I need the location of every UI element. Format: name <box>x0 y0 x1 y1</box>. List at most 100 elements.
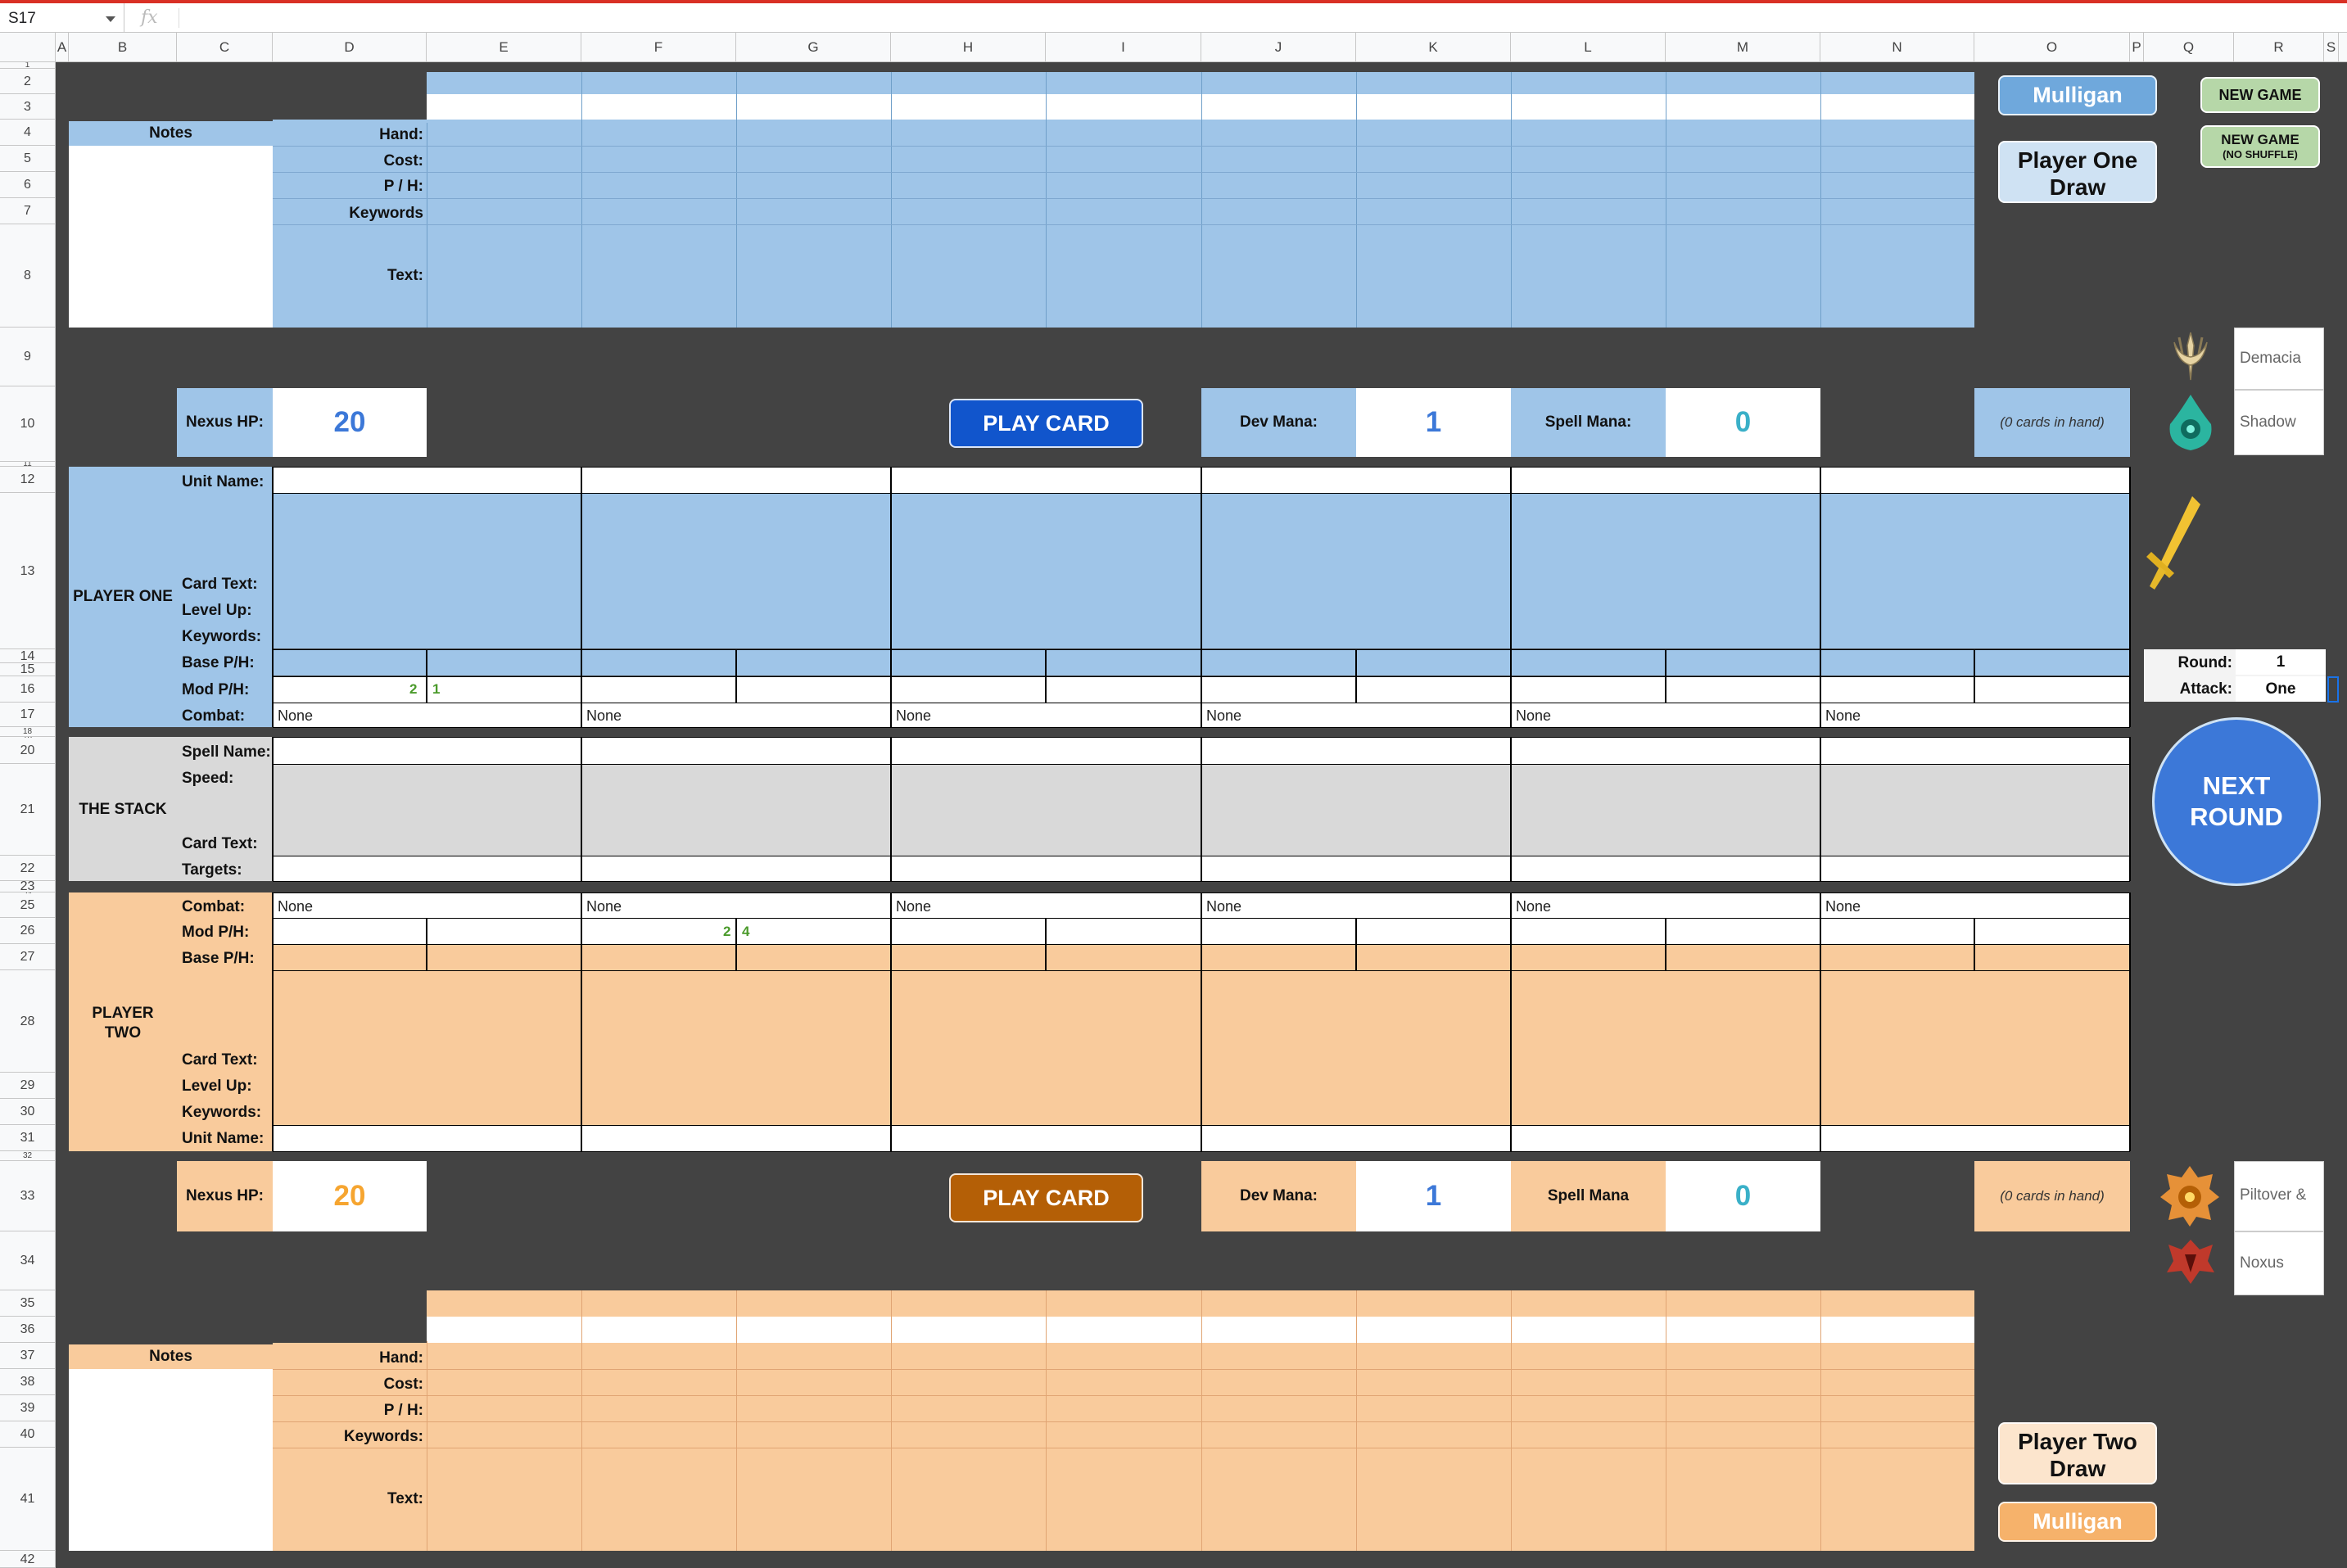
new-game-no-shuffle-button[interactable]: NEW GAME (NO SHUFFLE) <box>2200 125 2320 168</box>
hand-col-line <box>1820 1290 1821 1551</box>
row-header-29[interactable]: 29 <box>0 1073 56 1099</box>
row-header-39[interactable]: 39 <box>0 1395 56 1421</box>
p1-dev-mana-cell[interactable]: 1 <box>1356 388 1511 457</box>
column-header-b[interactable]: B <box>69 33 177 62</box>
hand-col-line <box>581 1290 582 1551</box>
row-header-28[interactable]: 28 <box>0 970 56 1073</box>
mulligan-top-button[interactable]: Mulligan <box>1998 75 2157 115</box>
p2-spell-mana-label-cell: Spell Mana <box>1511 1161 1666 1231</box>
row-header-40[interactable]: 40 <box>0 1421 56 1448</box>
row-header-3[interactable]: 3 <box>0 94 56 120</box>
row-header-42[interactable]: 42 <box>0 1551 56 1568</box>
row-header-37[interactable]: 37 <box>0 1343 56 1369</box>
row-header-25[interactable]: 25 <box>0 893 56 918</box>
column-header-j[interactable]: J <box>1201 33 1356 62</box>
row-header-27[interactable]: 27 <box>0 944 56 970</box>
column-header-q[interactable]: Q <box>2144 33 2234 62</box>
next-round-button[interactable]: NEXT ROUND <box>2152 717 2321 886</box>
new-game-button[interactable]: NEW GAME <box>2200 77 2320 113</box>
row-header-38[interactable]: 38 <box>0 1369 56 1395</box>
select-all-corner[interactable] <box>0 33 56 62</box>
chevron-down-icon[interactable] <box>106 16 115 22</box>
p1-nexus-hp-cell[interactable]: 20 <box>273 388 427 457</box>
row-header-14[interactable]: 14 <box>0 649 56 663</box>
column-header-l[interactable]: L <box>1511 33 1666 62</box>
p1-hand-table[interactable]: Hand: Cost: P / H: Keywords Text: <box>273 120 1974 328</box>
column-header-p[interactable]: P <box>2130 33 2144 62</box>
hand-row-line <box>273 224 1974 225</box>
p2-dev-mana-cell[interactable]: 1 <box>1356 1161 1511 1231</box>
row-header-30[interactable]: 30 <box>0 1099 56 1125</box>
row-header-16[interactable]: 16 <box>0 676 56 703</box>
column-header-c[interactable]: C <box>177 33 273 62</box>
row-header-12[interactable]: 12 <box>0 467 56 493</box>
column-header-g[interactable]: G <box>736 33 891 62</box>
name-box-value: S17 <box>8 10 36 27</box>
row-header-9[interactable]: 9 <box>0 328 56 386</box>
selected-cell-s17[interactable] <box>2327 676 2339 703</box>
row-header-13[interactable]: 13 <box>0 493 56 649</box>
p2-notes-area[interactable] <box>69 1369 273 1551</box>
player-one-draw-button[interactable]: Player One Draw <box>1998 141 2157 203</box>
row-header-2[interactable]: 2 <box>0 69 56 94</box>
row-header-15[interactable]: 15 <box>0 663 56 676</box>
p2-base-ph-label: Base P/H: <box>182 950 255 967</box>
player-two-draw-button[interactable]: Player Two Draw <box>1998 1422 2157 1484</box>
row-header-23[interactable]: 23 <box>0 881 56 892</box>
row-header-21[interactable]: 21 <box>0 764 56 856</box>
column-header-n[interactable]: N <box>1820 33 1974 62</box>
row-header-6[interactable]: 6 <box>0 172 56 198</box>
p1-play-card-button[interactable]: PLAY CARD <box>949 399 1143 448</box>
row-header-31[interactable]: 31 <box>0 1125 56 1151</box>
p2-hand-table[interactable]: Hand: Cost: P / H: Keywords: Text: <box>273 1343 1974 1551</box>
attack-sword-icon[interactable] <box>2141 491 2207 591</box>
hand-col-line <box>1201 72 1202 328</box>
row-header-17[interactable]: 17 <box>0 703 56 727</box>
row-header-35[interactable]: 35 <box>0 1290 56 1317</box>
column-header-d[interactable]: D <box>273 33 427 62</box>
stack-section-label-cell: THE STACK <box>69 737 177 881</box>
row-header-34[interactable]: 34 <box>0 1231 56 1290</box>
attack-value-cell[interactable]: One <box>2236 676 2326 702</box>
column-header-h[interactable]: H <box>891 33 1046 62</box>
column-header-f[interactable]: F <box>581 33 736 62</box>
column-header-m[interactable]: M <box>1666 33 1820 62</box>
column-header-e[interactable]: E <box>427 33 581 62</box>
hand-row-line <box>273 1395 1974 1396</box>
formula-bar[interactable] <box>0 3 2347 33</box>
p1-spell-mana-cell[interactable]: 0 <box>1666 388 1820 457</box>
row-header-36[interactable]: 36 <box>0 1317 56 1343</box>
hand-col-line <box>581 72 582 328</box>
p2-play-card-button[interactable]: PLAY CARD <box>949 1173 1143 1222</box>
row-header-7[interactable]: 7 <box>0 198 56 224</box>
column-header-k[interactable]: K <box>1356 33 1511 62</box>
p1-notes-area[interactable] <box>69 146 273 328</box>
row-header-32[interactable]: 32 <box>0 1151 56 1161</box>
row-header-5[interactable]: 5 <box>0 146 56 172</box>
p1-cost-label: Cost: <box>383 152 423 169</box>
row-header-22[interactable]: 22 <box>0 856 56 881</box>
name-box[interactable]: S17 <box>0 3 124 33</box>
row-header-33[interactable]: 33 <box>0 1161 56 1231</box>
column-header-s[interactable]: S <box>2324 33 2339 62</box>
row-header-20[interactable]: 20 <box>0 738 56 764</box>
p1-region2: Shadow <box>2240 413 2296 431</box>
noxus-icon <box>2164 1236 2218 1287</box>
row-header-8[interactable]: 8 <box>0 224 56 328</box>
mulligan-bottom-button[interactable]: Mulligan <box>1998 1502 2157 1542</box>
column-header-o[interactable]: O <box>1974 33 2130 62</box>
column-header-a[interactable]: A <box>56 33 69 62</box>
row-header-4[interactable]: 4 <box>0 120 56 146</box>
row-header-26[interactable]: 26 <box>0 918 56 944</box>
p2-nexus-hp-cell[interactable]: 20 <box>273 1161 427 1231</box>
column-header-r[interactable]: R <box>2234 33 2324 62</box>
row-header-1[interactable]: 1 <box>0 62 56 69</box>
row-header-10[interactable]: 10 <box>0 386 56 462</box>
row-header-41[interactable]: 41 <box>0 1448 56 1551</box>
p2-spell-mana-cell[interactable]: 0 <box>1666 1161 1820 1231</box>
hand-col-line <box>1046 1290 1047 1551</box>
round-value-cell[interactable]: 1 <box>2236 649 2326 675</box>
board-row-line <box>273 676 2130 677</box>
column-header-i[interactable]: I <box>1046 33 1201 62</box>
row-header-18[interactable]: 18 <box>0 727 56 737</box>
